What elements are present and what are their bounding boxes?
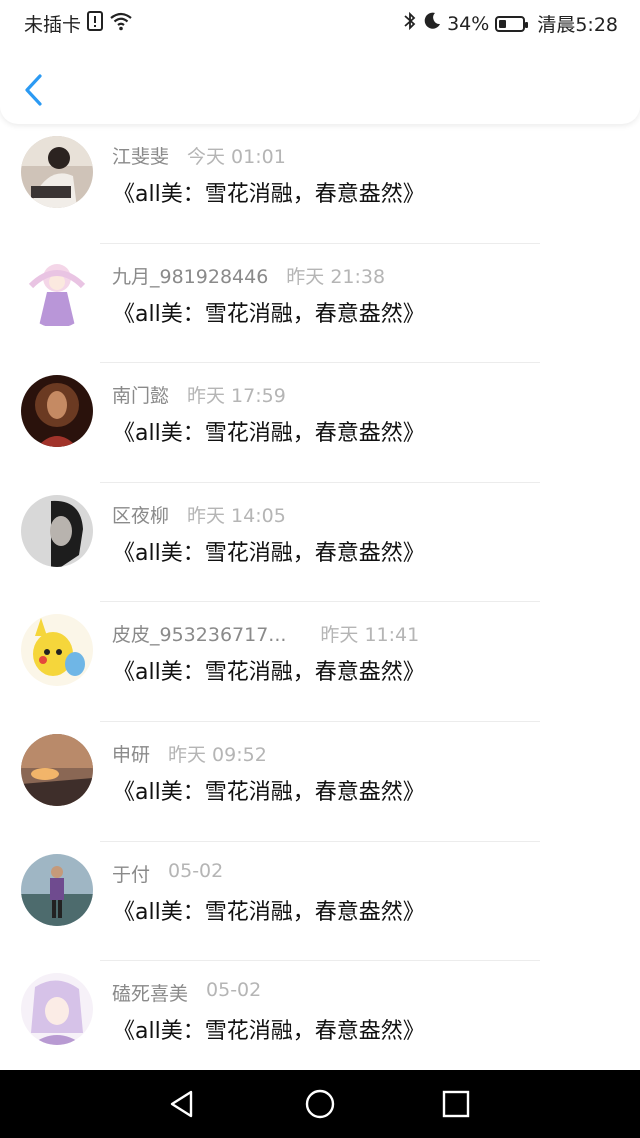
sender-name: 江斐斐 [112,146,170,168]
message-time: 昨天 11:41 [320,624,420,647]
sim-alert-icon [87,11,104,36]
avatar[interactable] [21,255,93,328]
list-item[interactable]: 区夜柳 昨天 14:05 《all美：雪花消融，春意盎然》 [0,483,640,603]
top-bar: 未插卡 34% 清晨5:28 [0,0,640,124]
sender-name: 区夜柳 [112,504,170,527]
message-text: 《all美：雪花消融，春意盎然》 [113,899,425,925]
system-nav-bar [0,1070,640,1138]
battery-percent: 34% [447,12,490,35]
avatar[interactable] [21,973,93,1046]
message-time: 05-02 [206,979,262,1002]
message-time: 05-02 [168,859,224,882]
sender-name: 九月_981928446 [112,265,269,288]
carrier-label: 未插卡 [24,14,82,36]
list-item[interactable]: 申研 昨天 09:52 《all美：雪花消融，春意盎然》 [0,722,640,842]
message-text: 《all美：雪花消融，春意盎然》 [113,421,425,447]
message-text: 《all美：雪花消融，春意盎然》 [113,182,425,207]
status-bar: 未插卡 34% 清晨5:28 [0,0,640,44]
triangle-back-icon [170,1090,193,1118]
sender-name: 南门懿 [112,385,170,408]
chevron-left-icon [25,74,42,106]
sender-name: 皮皮_953236717... [112,624,287,647]
sender-name: 磕死喜美 [112,983,189,1006]
battery-icon [495,15,529,32]
avatar[interactable] [21,733,93,806]
list-item[interactable]: 于付 05-02 《all美：雪花消融，春意盎然》 [0,842,640,962]
avatar[interactable] [21,614,93,687]
moon-icon [423,12,441,35]
avatar[interactable] [21,494,93,567]
message-time: 昨天 09:52 [168,743,267,766]
list-item[interactable]: 江斐斐 今天 01:01 《all美：雪花消融，春意盎然》 [0,124,640,244]
list-item[interactable]: 南门懿 昨天 17:59 《all美：雪花消融，春意盎然》 [0,363,640,483]
message-list: 江斐斐 今天 01:01 《all美：雪花消融，春意盎然》 九月_98192844… [0,124,640,1081]
message-time: 今天 01:01 [187,146,286,168]
sender-name: 申研 [112,743,151,766]
back-button[interactable] [18,70,54,110]
bluetooth-icon [403,11,417,36]
list-item[interactable]: 磕死喜美 05-02 《all美：雪花消融，春意盎然》 [0,961,640,1081]
avatar[interactable] [21,375,93,448]
message-time: 昨天 17:59 [187,385,286,408]
message-text: 《all美：雪花消融，春意盎然》 [113,660,425,686]
message-text: 《all美：雪花消融，春意盎然》 [113,779,425,805]
message-text: 《all美：雪花消融，春意盎然》 [113,1019,425,1045]
nav-recent-button[interactable] [440,1088,472,1120]
avatar[interactable] [21,136,93,208]
list-item[interactable]: 九月_981928446 昨天 21:38 《all美：雪花消融，春意盎然》 [0,244,640,364]
nav-back-button[interactable] [166,1088,198,1120]
sender-name: 于付 [112,863,151,886]
nav-home-button[interactable] [304,1088,336,1120]
status-time: 清晨5:28 [537,14,618,36]
message-time: 昨天 14:05 [187,504,286,527]
wifi-icon [109,11,133,36]
message-time: 昨天 21:38 [286,265,386,288]
message-text: 《all美：雪花消融，春意盎然》 [113,540,425,566]
square-recent-icon [442,1090,470,1118]
message-text: 《all美：雪花消融，春意盎然》 [113,301,425,327]
list-item[interactable]: 皮皮_953236717... 昨天 11:41 《all美：雪花消融，春意盎然》 [0,602,640,722]
avatar[interactable] [21,853,93,926]
circle-home-icon [305,1089,335,1119]
